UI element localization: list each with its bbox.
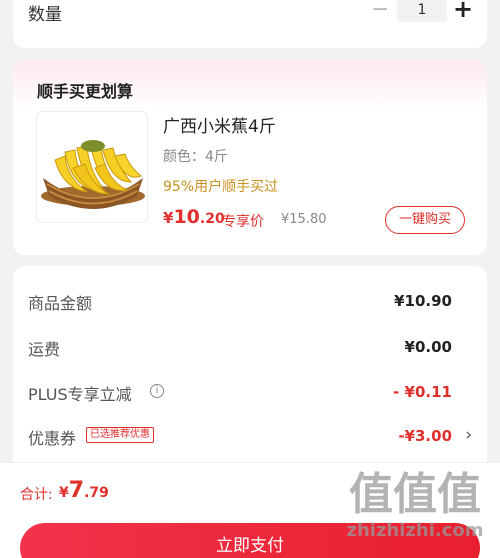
shipping-row: 运费 ¥0.00 xyxy=(28,336,472,360)
price-currency: ¥ xyxy=(163,209,174,227)
quantity-decrease-button[interactable]: − xyxy=(371,0,389,21)
recommended-coupon-badge: 已选推荐优惠 xyxy=(86,427,154,443)
product-name[interactable]: 广西小米蕉4斤 xyxy=(163,112,276,137)
bundle-card: 顺手买更划算 广西小米蕉4斤 颜色：4斤 95%用户顺手买过 ¥10.20 专享… xyxy=(13,60,487,255)
total-currency: ¥ xyxy=(59,485,69,501)
watermark-url: zhizhizhi.com xyxy=(346,520,484,541)
total-integer: 7 xyxy=(68,478,85,503)
original-price: ¥15.80 xyxy=(281,212,327,227)
coupon-row[interactable]: 优惠券 已选推荐优惠 -¥3.00 › xyxy=(28,425,472,449)
shipping-label: 运费 xyxy=(28,340,61,359)
quantity-card: 数量 − 1 + xyxy=(13,0,487,48)
banana-bunch-image xyxy=(41,140,145,209)
goods-amount-value: ¥10.90 xyxy=(394,292,452,310)
quantity-increase-button[interactable]: + xyxy=(453,0,473,21)
product-thumbnail[interactable] xyxy=(36,111,148,223)
price-decimal: .20 xyxy=(199,211,225,227)
chevron-right-icon[interactable]: › xyxy=(465,425,472,445)
total-value: ¥7.79 xyxy=(59,478,109,503)
order-summary-card: 商品金额 ¥10.90 运费 ¥0.00 PLUS专享立减 i - ¥0.11 … xyxy=(13,266,487,476)
coupon-label: 优惠券 xyxy=(28,429,77,448)
plus-discount-label: PLUS专享立减 xyxy=(28,385,132,404)
goods-amount-row: 商品金额 ¥10.90 xyxy=(28,290,472,314)
quantity-label: 数量 xyxy=(28,5,62,25)
bundle-title: 顺手买更划算 xyxy=(37,82,134,101)
watermark: 值值值 zhizhizhi.com xyxy=(340,470,490,552)
product-spec: 颜色：4斤 xyxy=(163,149,228,165)
checkout-bar: 合计: ¥7.79 立即支付 值值值 zhizhizhi.com xyxy=(0,462,500,558)
price-integer: 10 xyxy=(173,206,200,228)
product-social-proof: 95%用户顺手买过 xyxy=(163,179,279,195)
total-decimal: .79 xyxy=(84,485,109,501)
product-price: ¥10.20 xyxy=(163,206,225,228)
exclusive-price-label: 专享价 xyxy=(222,214,264,230)
one-click-buy-button[interactable]: 一键购买 xyxy=(385,206,465,234)
shipping-value: ¥0.00 xyxy=(404,338,452,356)
coupon-value: -¥3.00 xyxy=(398,427,452,445)
plus-discount-row: PLUS专享立减 i - ¥0.11 xyxy=(28,381,472,405)
plus-discount-value: - ¥0.11 xyxy=(393,383,452,401)
total-label: 合计: xyxy=(20,487,53,503)
goods-amount-label: 商品金额 xyxy=(28,294,93,313)
quantity-value[interactable]: 1 xyxy=(397,0,447,22)
watermark-glyphs: 值值值 xyxy=(349,469,481,520)
info-icon[interactable]: i xyxy=(150,384,164,398)
